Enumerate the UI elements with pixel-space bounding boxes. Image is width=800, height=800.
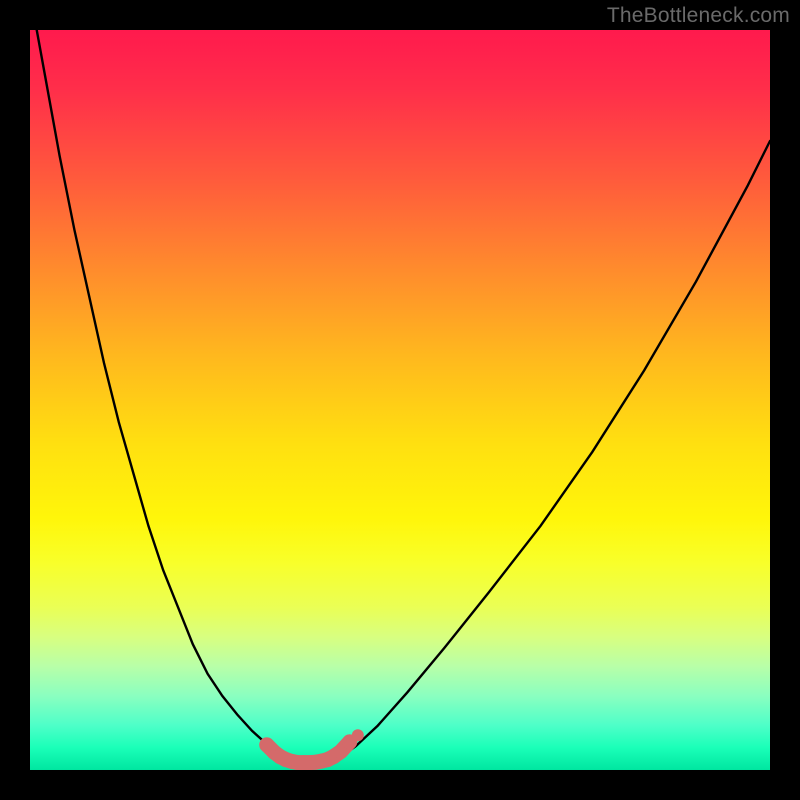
bottleneck-curve-layer: [30, 30, 770, 770]
left-curve: [30, 30, 289, 761]
chart-frame: TheBottleneck.com: [0, 0, 800, 800]
right-curve: [333, 141, 770, 761]
watermark-text: TheBottleneck.com: [607, 4, 790, 28]
valley-marker-outlier: [352, 729, 364, 741]
valley-markers-group: [259, 729, 364, 770]
plot-area: [30, 30, 770, 770]
